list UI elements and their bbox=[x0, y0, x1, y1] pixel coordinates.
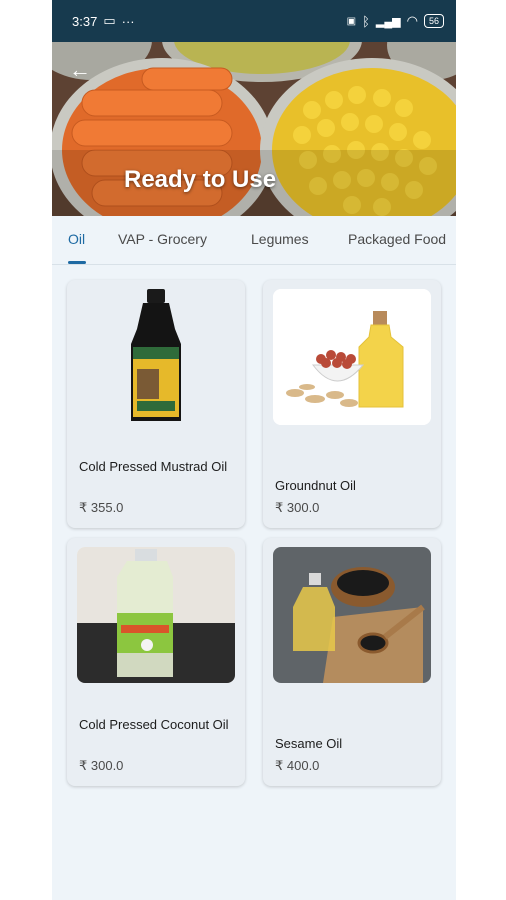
category-tabs: Oil VAP - Grocery Legumes Packaged Food bbox=[52, 216, 456, 265]
tab-vap-grocery[interactable]: VAP - Grocery bbox=[118, 231, 207, 247]
wifi-icon: ◠ bbox=[406, 13, 418, 28]
product-card[interactable]: Cold Pressed Coconut Oil ₹ 300.0 bbox=[67, 538, 245, 786]
bluetooth-icon: ᛒ bbox=[362, 13, 370, 29]
tab-active-indicator bbox=[68, 261, 86, 264]
status-more-icon: ··· bbox=[121, 13, 135, 29]
product-price: ₹ 300.0 bbox=[275, 500, 320, 515]
tab-legumes[interactable]: Legumes bbox=[251, 231, 309, 247]
product-image bbox=[77, 547, 235, 683]
product-card[interactable]: Cold Pressed Mustrad Oil ₹ 355.0 bbox=[67, 280, 245, 528]
product-price: ₹ 300.0 bbox=[79, 758, 124, 773]
battery-level: 56 bbox=[428, 16, 439, 26]
status-time: 3:37 bbox=[72, 13, 98, 29]
product-name: Groundnut Oil bbox=[275, 478, 356, 493]
tab-oil[interactable]: Oil bbox=[68, 231, 85, 247]
product-image bbox=[273, 547, 431, 683]
product-price: ₹ 355.0 bbox=[79, 500, 124, 515]
signal-icon: ▂▄▆ bbox=[375, 15, 401, 28]
product-price: ₹ 400.0 bbox=[275, 758, 320, 773]
tab-packaged-food[interactable]: Packaged Food bbox=[348, 231, 446, 247]
message-icon: ▭ bbox=[103, 13, 116, 28]
product-image bbox=[273, 289, 431, 425]
product-name: Cold Pressed Mustrad Oil bbox=[79, 459, 228, 474]
page-title: Ready to Use bbox=[124, 166, 277, 193]
product-card[interactable]: Sesame Oil ₹ 400.0 bbox=[263, 538, 441, 786]
product-image bbox=[77, 289, 235, 425]
back-arrow-icon[interactable]: ← bbox=[66, 56, 94, 84]
battery-icon: 56 bbox=[423, 14, 444, 28]
status-bar: 3:37 ▭ ··· ▣ ᛒ ▂▄▆ ◠ 56 bbox=[52, 0, 456, 42]
app-screen: ← Ready to Use 3:37 ▭ ··· ▣ ᛒ ▂▄▆ ◠ 56 O… bbox=[52, 0, 456, 900]
product-name: Cold Pressed Coconut Oil bbox=[79, 717, 229, 732]
product-card[interactable]: Groundnut Oil ₹ 300.0 bbox=[263, 280, 441, 528]
product-name: Sesame Oil bbox=[275, 736, 343, 751]
signal-x-icon: ▣ bbox=[346, 15, 357, 27]
